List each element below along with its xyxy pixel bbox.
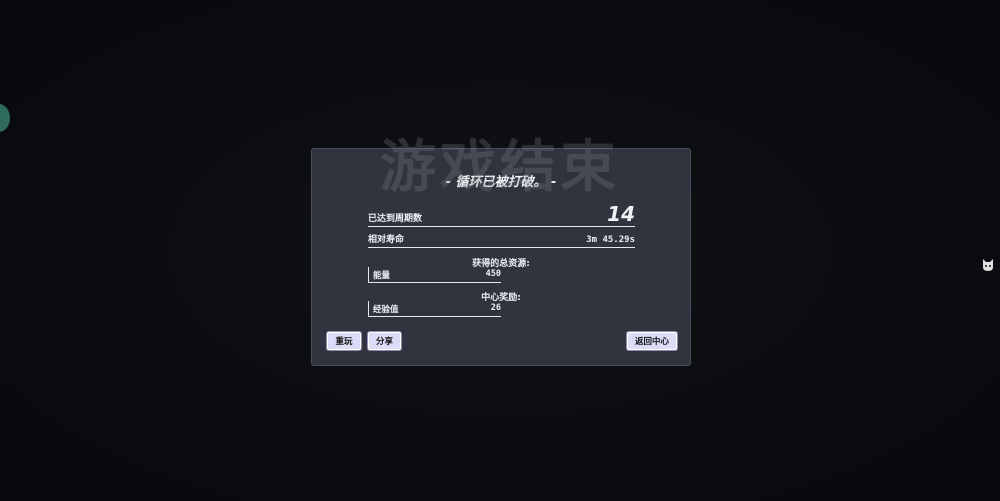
reward-label: 经验值 [373,305,399,315]
resource-value: 450 [485,269,501,279]
replay-button[interactable]: 重玩 [327,332,361,350]
resource-label: 能量 [373,271,391,281]
return-center-button[interactable]: 返回中心 [627,332,677,350]
cycles-row: 已达到周期数 14 [368,201,635,227]
reward-value: 26 [490,303,501,313]
cat-face-icon-svg [983,259,993,271]
dialog-subtitle: - 循环已被打破。 - [445,175,557,190]
partial-orb [0,104,10,132]
lifespan-label: 相对寿命 [368,235,405,245]
cycles-label: 已达到周期数 [368,214,423,224]
cat-face-icon[interactable] [980,258,996,274]
game-over-dialog: - 循环已被打破。 - 已达到周期数 14 相对寿命 3m 45.29s 获得的… [311,148,691,366]
lifespan-row: 相对寿命 3m 45.29s [368,233,635,248]
game-stage: 游戏结束 - 循环已被打破。 - 已达到周期数 14 相对寿命 3m 45.29… [0,0,1000,501]
reward-row-xp: 经验值 26 [368,301,501,317]
share-button[interactable]: 分享 [368,332,401,350]
lifespan-value: 3m 45.29s [586,235,635,245]
resource-row-energy: 能量 450 [368,267,501,283]
cycles-value: 14 [607,202,635,226]
